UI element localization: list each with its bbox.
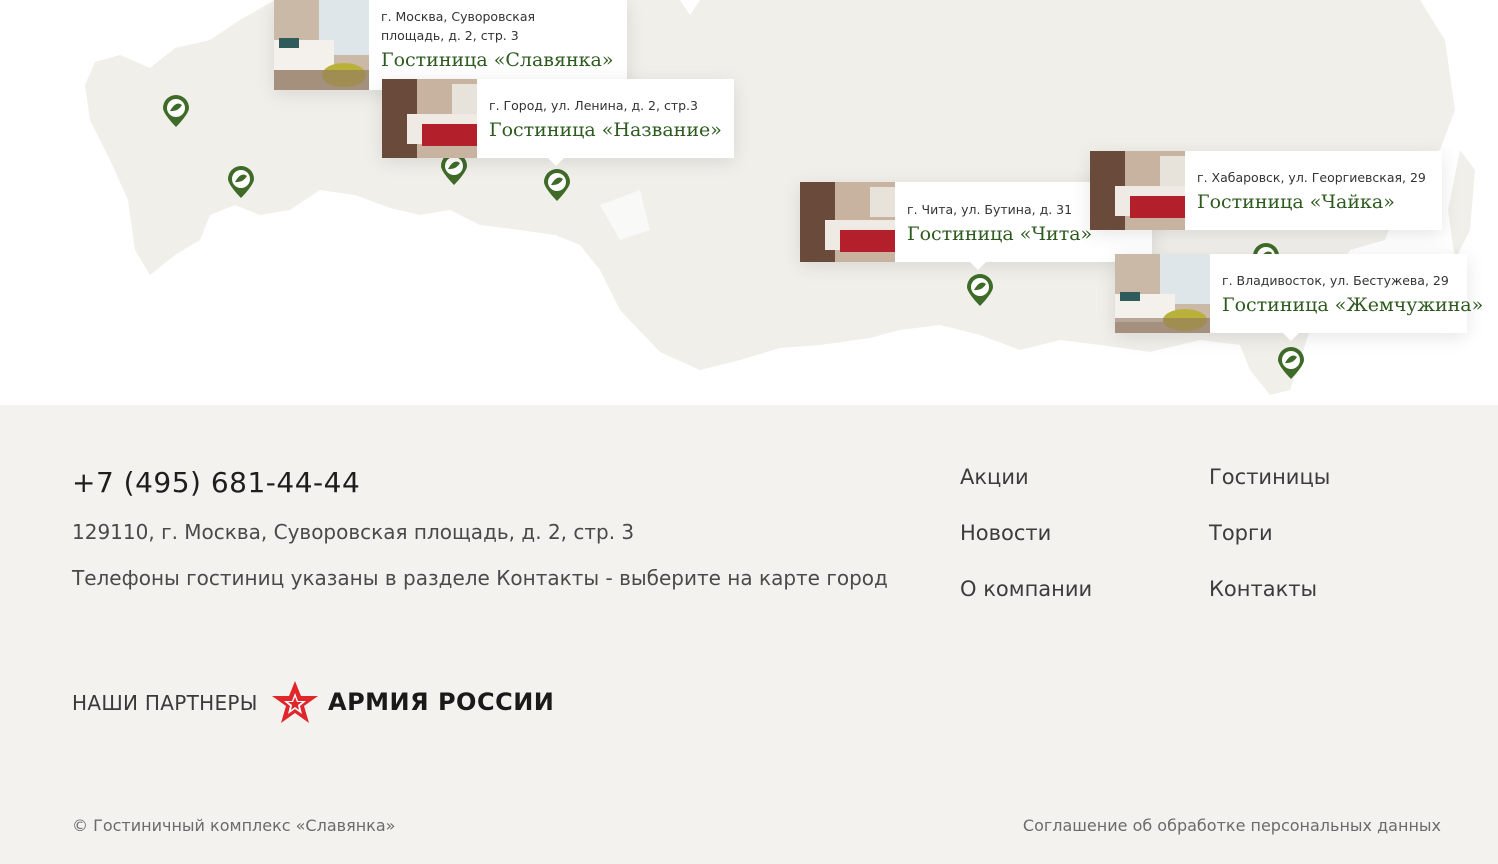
map-pin-icon[interactable] [226,165,256,199]
map-pin-icon[interactable] [965,273,995,307]
hotel-photo [274,0,369,90]
hotel-photo [1090,151,1185,230]
card-pointer [970,262,986,270]
red-star-icon [272,681,318,723]
hotel-address: г. Чита, ул. Бутина, д. 31 [907,201,1073,217]
hotel-photo [1115,254,1210,333]
card-pointer [1283,333,1299,341]
hotel-address: г. Хабаровск, ул. Георгиевская, 29 [1197,170,1426,185]
hotel-card-chaika[interactable]: г. Хабаровск, ул. Георгиевская, 29 Гости… [1090,151,1442,230]
hotel-name[interactable]: Гостиница «Название» [489,119,722,141]
footer-copyright: © Гостиничный комплекс «Славянка» [72,816,396,835]
footer-link-news[interactable]: Новости [960,521,1051,545]
footer-link-contacts[interactable]: Контакты [1209,577,1317,601]
footer-link-hotels[interactable]: Гостиницы [1209,465,1330,489]
footer-link-tenders[interactable]: Торги [1209,521,1273,545]
footer-link-about[interactable]: О компании [960,577,1092,601]
hotel-photo [800,182,895,262]
site-footer: +7 (495) 681-44-44 129110, г. Москва, Су… [0,405,1498,864]
card-pointer [548,158,564,166]
partner-logo-army-russia[interactable]: АРМИЯ РОССИИ [270,677,554,727]
map-pin-icon[interactable] [542,168,572,202]
hotel-address: г. Владивосток, ул. Бестужева, 29 [1222,273,1449,288]
map-pin-icon[interactable] [161,94,191,128]
partners-label: НАШИ ПАРТНЕРЫ [72,691,258,715]
footer-phone-link[interactable]: +7 (495) 681-44-44 [72,466,360,499]
footer-link-promotions[interactable]: Акции [960,465,1029,489]
hotel-card-zhemchuzhina[interactable]: г. Владивосток, ул. Бестужева, 29 Гостин… [1115,254,1483,341]
privacy-agreement-link[interactable]: Соглашение об обработке персональных дан… [1023,816,1441,835]
hotel-photo [382,79,477,158]
hotel-card-slavyanka[interactable]: г. Москва, Суворовская площадь, д. 2, ст… [274,0,627,90]
hotel-name[interactable]: Гостиница «Славянка» [381,49,613,71]
hotels-map[interactable]: г. Москва, Суворовская площадь, д. 2, ст… [0,0,1498,405]
hotel-name[interactable]: Гостиница «Чайка» [1197,191,1426,213]
footer-contacts-note: Телефоны гостиниц указаны в разделе Конт… [72,566,888,590]
partner-logo-text: АРМИЯ РОССИИ [328,688,555,716]
hotel-name[interactable]: Гостиница «Чита» [907,223,1092,245]
map-pin-icon[interactable] [1276,346,1306,380]
hotel-address: г. Город, ул. Ленина, д. 2, стр.3 [489,98,698,113]
hotel-address: г. Москва, Суворовская площадь, д. 2, ст… [381,9,536,43]
footer-address: 129110, г. Москва, Суворовская площадь, … [72,520,635,544]
hotel-name[interactable]: Гостиница «Жемчужина» [1222,294,1483,316]
hotel-card-nazvanie[interactable]: г. Город, ул. Ленина, д. 2, стр.3 Гостин… [382,79,734,166]
